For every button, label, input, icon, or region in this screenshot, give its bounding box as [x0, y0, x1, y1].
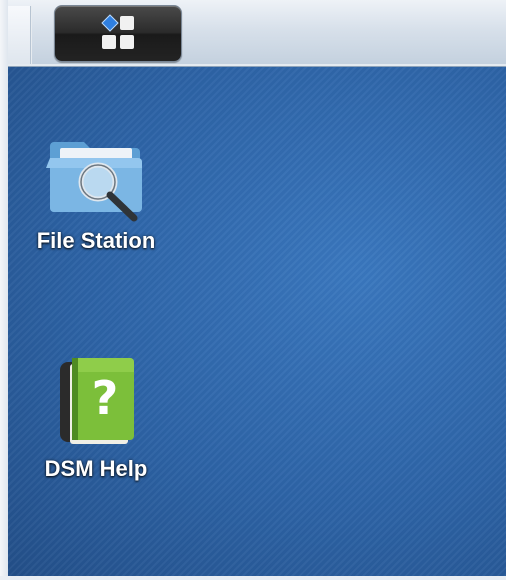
svg-text:?: ? [92, 371, 119, 425]
desktop-icon-file-station[interactable]: File Station [21, 132, 171, 254]
desktop-icon-dsm-help[interactable]: ? DSM Help [21, 354, 171, 482]
bottom-edge [0, 576, 506, 580]
desktop-icon-label: DSM Help [44, 456, 148, 481]
taskbar [8, 0, 506, 67]
main-menu-grid-icon [101, 14, 134, 49]
file-station-icon [46, 142, 142, 222]
taskbar-separator [30, 6, 32, 64]
left-margin [0, 0, 8, 580]
desktop: File Station ? DSM Help [8, 67, 506, 580]
dsm-help-icon: ? [60, 358, 134, 444]
desktop-icon-label: File Station [36, 228, 156, 253]
taskbar-left-end [8, 6, 30, 64]
main-menu-button[interactable] [54, 5, 182, 62]
dsm-screen: File Station ? DSM Help [0, 0, 506, 580]
